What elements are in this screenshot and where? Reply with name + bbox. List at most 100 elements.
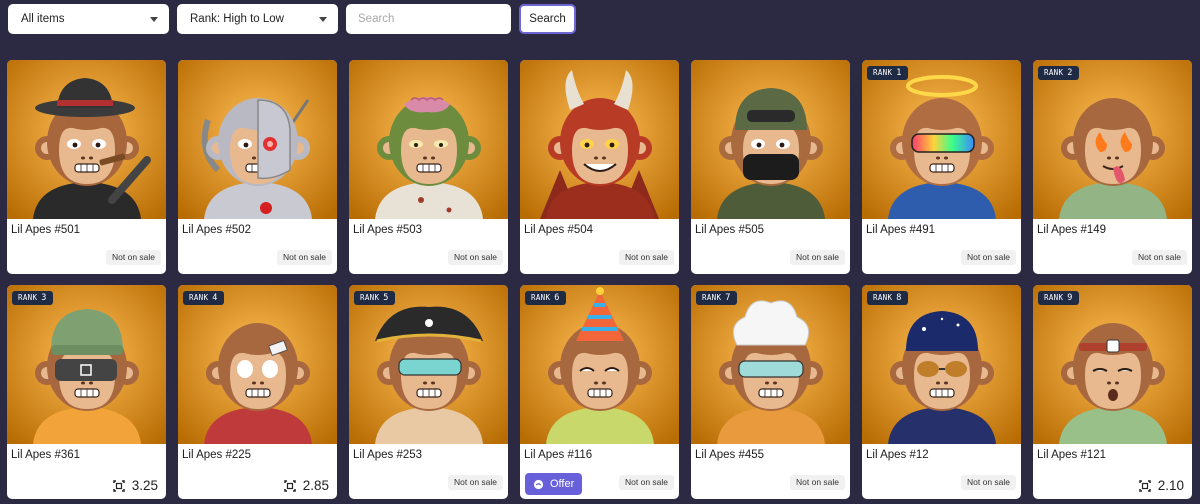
nft-image[interactable]: RANK 8 — [862, 285, 1021, 444]
nft-title[interactable]: Lil Apes #502 — [182, 224, 251, 236]
sort-select-value: Rank: High to Low — [190, 13, 284, 25]
category-select[interactable]: All items — [8, 4, 169, 34]
rank-badge-number: 9 — [1067, 293, 1073, 303]
nft-image[interactable] — [691, 60, 850, 219]
rank-badge-label: RANK — [360, 293, 380, 302]
rank-badge: RANK 5 — [354, 291, 395, 305]
nft-card[interactable]: RANK 3 Lil Apes #361 3.25 — [7, 285, 166, 499]
rank-badge: RANK 7 — [696, 291, 737, 305]
rank-badge-number: 6 — [554, 293, 560, 303]
offer-button-label: Offer — [550, 478, 575, 490]
rank-badge-label: RANK — [1044, 68, 1064, 77]
status-badge: Not on sale — [961, 475, 1016, 490]
nft-image[interactable] — [349, 60, 508, 219]
price-value: 3.25 — [131, 478, 158, 493]
nft-card[interactable]: RANK 5 Lil Apes #253 Not on sale — [349, 285, 508, 499]
nft-image[interactable]: RANK 4 — [178, 285, 337, 444]
category-select-value: All items — [21, 13, 65, 25]
status-badge: Not on sale — [106, 250, 161, 265]
nft-title[interactable]: Lil Apes #116 — [524, 449, 592, 461]
status-badge: Not on sale — [448, 250, 503, 265]
search-button[interactable]: Search — [519, 4, 576, 34]
rank-badge-label: RANK — [1044, 293, 1064, 302]
nft-card[interactable]: RANK 8 Lil Apes #12 Not on sale — [862, 285, 1021, 499]
price: 2.10 — [1138, 478, 1184, 493]
rank-badge-number: 8 — [896, 293, 902, 303]
nft-card[interactable]: Lil Apes #501 Not on sale — [7, 60, 166, 274]
status-badge: Not on sale — [790, 250, 845, 265]
nft-title[interactable]: Lil Apes #505 — [695, 224, 764, 236]
nft-title[interactable]: Lil Apes #253 — [353, 449, 422, 461]
price: 3.25 — [112, 478, 158, 493]
rank-badge-label: RANK — [189, 293, 209, 302]
search-input[interactable] — [346, 4, 511, 34]
nft-card[interactable]: Lil Apes #505 Not on sale — [691, 60, 850, 274]
rank-badge: RANK 6 — [525, 291, 566, 305]
rank-badge: RANK 4 — [183, 291, 224, 305]
nft-card[interactable]: RANK 4 Lil Apes #225 2.85 — [178, 285, 337, 499]
nft-title[interactable]: Lil Apes #149 — [1037, 224, 1106, 236]
nft-title[interactable]: Lil Apes #121 — [1037, 449, 1106, 461]
nft-card[interactable]: RANK 1 Lil Apes #491 Not on sale — [862, 60, 1021, 274]
rank-badge-label: RANK — [873, 68, 893, 77]
rank-badge-label: RANK — [531, 293, 551, 302]
currency-icon — [1138, 479, 1151, 492]
rank-badge: RANK 8 — [867, 291, 908, 305]
nft-card[interactable]: Lil Apes #504 Not on sale — [520, 60, 679, 274]
nft-image[interactable]: RANK 5 — [349, 285, 508, 444]
chevron-down-icon — [319, 16, 327, 22]
nft-title[interactable]: Lil Apes #361 — [11, 449, 80, 461]
nft-title[interactable]: Lil Apes #225 — [182, 449, 251, 461]
rank-badge-label: RANK — [18, 293, 38, 302]
nft-title[interactable]: Lil Apes #504 — [524, 224, 593, 236]
nft-card[interactable]: RANK 6 Lil Apes #116 Offer Not on sale — [520, 285, 679, 499]
price-value: 2.85 — [302, 478, 329, 493]
currency-icon — [112, 479, 125, 492]
rank-badge-label: RANK — [873, 293, 893, 302]
status-badge: Not on sale — [619, 475, 674, 490]
nft-card[interactable]: Lil Apes #502 Not on sale — [178, 60, 337, 274]
offer-icon — [533, 479, 544, 489]
status-badge: Not on sale — [277, 250, 332, 265]
rank-badge-number: 2 — [1067, 68, 1073, 78]
status-badge: Not on sale — [619, 250, 674, 265]
nft-title[interactable]: Lil Apes #503 — [353, 224, 422, 236]
currency-icon — [283, 479, 296, 492]
nft-title[interactable]: Lil Apes #501 — [11, 224, 80, 236]
nft-card[interactable]: RANK 9 Lil Apes #121 2.10 — [1033, 285, 1192, 499]
nft-title[interactable]: Lil Apes #455 — [695, 449, 764, 461]
rank-badge: RANK 2 — [1038, 66, 1079, 80]
nft-card[interactable]: RANK 2 Lil Apes #149 Not on sale — [1033, 60, 1192, 274]
sort-select[interactable]: Rank: High to Low — [177, 4, 338, 34]
nft-image[interactable] — [178, 60, 337, 219]
rank-badge: RANK 9 — [1038, 291, 1079, 305]
nft-image[interactable] — [7, 60, 166, 219]
chevron-down-icon — [150, 16, 158, 22]
rank-badge-number: 5 — [383, 293, 389, 303]
rank-badge-label: RANK — [702, 293, 722, 302]
nft-image[interactable] — [520, 60, 679, 219]
nft-image[interactable]: RANK 3 — [7, 285, 166, 444]
rank-badge-number: 1 — [896, 68, 902, 78]
offer-button[interactable]: Offer — [525, 473, 583, 495]
nft-card[interactable]: Lil Apes #503 Not on sale — [349, 60, 508, 274]
status-badge: Not on sale — [961, 250, 1016, 265]
nft-image[interactable]: RANK 6 — [520, 285, 679, 444]
nft-title[interactable]: Lil Apes #491 — [866, 224, 935, 236]
rank-badge: RANK 1 — [867, 66, 908, 80]
toolbar: All items Rank: High to Low Search — [8, 4, 576, 34]
status-badge: Not on sale — [790, 475, 845, 490]
rank-badge: RANK 3 — [12, 291, 53, 305]
price-value: 2.10 — [1157, 478, 1184, 493]
status-badge: Not on sale — [1132, 250, 1187, 265]
rank-badge-number: 4 — [212, 293, 218, 303]
nft-image[interactable]: RANK 9 — [1033, 285, 1192, 444]
nft-card[interactable]: RANK 7 Lil Apes #455 Not on sale — [691, 285, 850, 499]
nft-image[interactable]: RANK 2 — [1033, 60, 1192, 219]
nft-image[interactable]: RANK 7 — [691, 285, 850, 444]
status-badge: Not on sale — [448, 475, 503, 490]
nft-image[interactable]: RANK 1 — [862, 60, 1021, 219]
price: 2.85 — [283, 478, 329, 493]
nft-title[interactable]: Lil Apes #12 — [866, 449, 929, 461]
nft-grid: Lil Apes #501 Not on sale Lil Apes #502 No… — [7, 60, 1192, 499]
